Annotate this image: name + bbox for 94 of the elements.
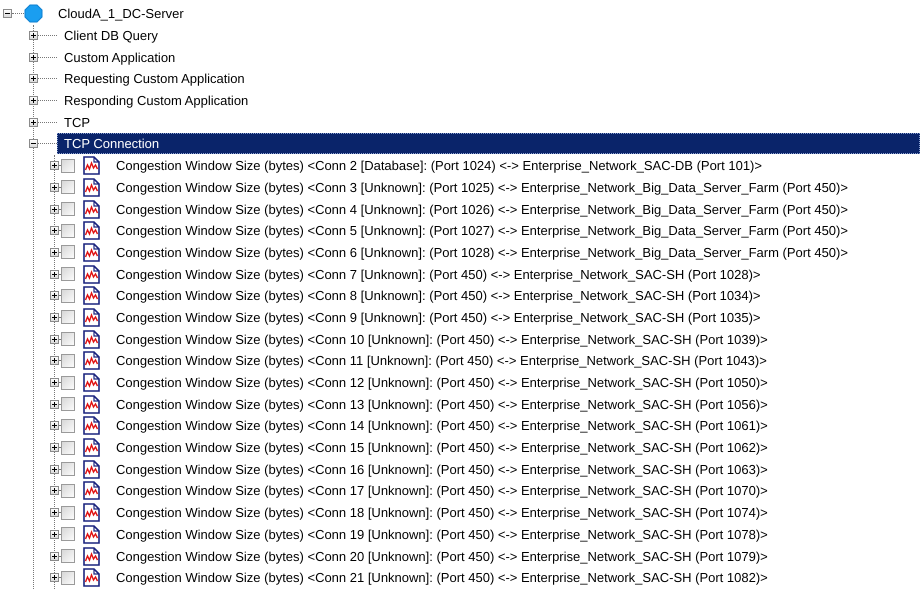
checkbox[interactable] — [61, 376, 75, 390]
line-chart-document-icon — [83, 460, 100, 479]
checkbox[interactable] — [61, 354, 75, 368]
line-chart-document-icon — [83, 394, 100, 414]
expand-toggle[interactable] — [50, 464, 59, 474]
expand-toggle[interactable] — [29, 96, 38, 106]
expand-toggle[interactable] — [50, 421, 59, 430]
line-chart-document-icon — [83, 373, 100, 392]
tree-item-label[interactable]: CloudA_1_DC-Server — [43, 3, 199, 24]
tree-item-label[interactable]: Congestion Window Size (bytes) <Conn 21 [Unknown]: (Port 450) <-> Enterprise_Network_SAC-SH (Port 1082)> — [115, 567, 769, 588]
line-chart-document-icon — [83, 351, 100, 370]
line-chart-document-icon — [83, 156, 100, 176]
expand-toggle[interactable] — [50, 552, 59, 561]
checkbox[interactable] — [61, 202, 75, 216]
expand-toggle[interactable] — [50, 486, 59, 496]
tree-item-label[interactable]: Requesting Custom Application — [57, 68, 252, 90]
tree-item-label[interactable]: TCP Connection — [57, 133, 920, 154]
tree-item-label[interactable]: Congestion Window Size (bytes) <Conn 2 [Database]: (Port 1024) <-> Enterprise_Network_SAC-DB (Port 101)> — [115, 155, 763, 176]
tree-item-label[interactable]: Congestion Window Size (bytes) <Conn 14 [Unknown]: (Port 450) <-> Enterprise_Network_SAC-SH (Port 1061)> — [115, 415, 769, 436]
checkbox[interactable] — [61, 462, 75, 476]
tree-item-label[interactable]: Congestion Window Size (bytes) <Conn 4 [Unknown]: (Port 1026) <-> Enterprise_Network_Big_Data_Server_Farm (Port 450)> — [115, 198, 849, 220]
checkbox[interactable] — [61, 506, 75, 520]
tree-item-label[interactable]: Congestion Window Size (bytes) <Conn 9 [Unknown]: (Port 450) <-> Enterprise_Network_SAC-SH (Port 1035)> — [115, 306, 762, 328]
line-chart-document-icon — [83, 178, 100, 197]
expand-toggle[interactable] — [50, 530, 59, 539]
line-chart-document-icon — [83, 416, 100, 436]
expand-toggle[interactable] — [29, 118, 38, 127]
expand-toggle[interactable] — [50, 356, 59, 366]
expand-toggle[interactable] — [50, 204, 59, 214]
tree-item-label[interactable]: Client DB Query — [57, 25, 165, 46]
collapse-toggle[interactable] — [29, 139, 38, 148]
expand-toggle[interactable] — [50, 378, 59, 388]
checkbox[interactable] — [61, 570, 75, 585]
expand-toggle[interactable] — [50, 270, 59, 279]
tree-item-label[interactable]: Congestion Window Size (bytes) <Conn 3 [Unknown]: (Port 1025) <-> Enterprise_Network_Big_Data_Server_Farm (Port 450)> — [115, 176, 849, 198]
tree-item-label[interactable]: Congestion Window Size (bytes) <Conn 17 [Unknown]: (Port 450) <-> Enterprise_Network_SAC-SH (Port 1070)> — [115, 480, 769, 502]
expand-toggle[interactable] — [50, 182, 59, 192]
checkbox[interactable] — [61, 180, 75, 194]
expand-toggle[interactable] — [50, 312, 59, 322]
checkbox[interactable] — [61, 310, 75, 324]
line-chart-document-icon — [83, 524, 100, 544]
checkbox[interactable] — [61, 418, 75, 433]
line-chart-document-icon — [83, 242, 100, 262]
line-chart-document-icon — [83, 568, 100, 588]
tree-item-label[interactable]: Congestion Window Size (bytes) <Conn 20 [Unknown]: (Port 450) <-> Enterprise_Network_SAC-SH (Port 1079)> — [115, 546, 769, 567]
tree-item-label[interactable]: Congestion Window Size (bytes) <Conn 11 [Unknown]: (Port 450) <-> Enterprise_Network_SAC-SH (Port 1043)> — [115, 350, 768, 372]
checkbox[interactable] — [61, 224, 75, 238]
line-chart-document-icon — [83, 481, 100, 500]
line-chart-document-icon — [83, 200, 100, 219]
tree-item-label[interactable]: Congestion Window Size (bytes) <Conn 6 [Unknown]: (Port 1028) <-> Enterprise_Network_Big_Data_Server_Farm (Port 450)> — [115, 242, 849, 263]
tree-item-label[interactable]: Congestion Window Size (bytes) <Conn 7 [Unknown]: (Port 450) <-> Enterprise_Network_SAC-SH (Port 1028)> — [115, 264, 762, 285]
tree-item-label[interactable]: Congestion Window Size (bytes) <Conn 12 [Unknown]: (Port 450) <-> Enterprise_Network_SAC-SH (Port 1050)> — [115, 372, 769, 394]
checkbox[interactable] — [61, 332, 75, 346]
line-chart-document-icon — [83, 503, 100, 522]
tree-item-label[interactable]: Congestion Window Size (bytes) <Conn 16 [Unknown]: (Port 450) <-> Enterprise_Network_SAC-SH (Port 1063)> — [115, 458, 769, 480]
checkbox[interactable] — [61, 158, 75, 173]
expand-toggle[interactable] — [50, 334, 59, 344]
tree-item-label[interactable]: TCP — [57, 112, 97, 133]
tree-item-label[interactable]: Congestion Window Size (bytes) <Conn 18 [Unknown]: (Port 450) <-> Enterprise_Network_SAC-SH (Port 1074)> — [115, 502, 769, 524]
tree-item-label[interactable]: Congestion Window Size (bytes) <Conn 10 [Unknown]: (Port 450) <-> Enterprise_Network_SAC-SH (Port 1039)> — [115, 328, 769, 350]
tree-item-label[interactable]: Custom Application — [57, 46, 182, 68]
expand-toggle[interactable] — [50, 443, 59, 452]
tree-item-label[interactable]: Congestion Window Size (bytes) <Conn 13 [Unknown]: (Port 450) <-> Enterprise_Network_SAC-SH (Port 1056)> — [115, 394, 769, 415]
expand-toggle[interactable] — [50, 161, 59, 170]
checkbox[interactable] — [61, 484, 75, 498]
expand-toggle[interactable] — [50, 226, 59, 236]
checkbox[interactable] — [61, 397, 75, 412]
line-chart-document-icon — [83, 438, 100, 458]
tree-item-label[interactable]: Congestion Window Size (bytes) <Conn 19 [Unknown]: (Port 450) <-> Enterprise_Network_SAC-SH (Port 1078)> — [115, 524, 769, 545]
expand-toggle[interactable] — [50, 291, 59, 300]
checkbox[interactable] — [61, 440, 75, 455]
expand-toggle[interactable] — [29, 31, 38, 40]
checkbox[interactable] — [61, 527, 75, 542]
tree-item-label[interactable]: Congestion Window Size (bytes) <Conn 5 [Unknown]: (Port 1027) <-> Enterprise_Network_Big_Data_Server_Farm (Port 450)> — [115, 220, 849, 242]
line-chart-document-icon — [83, 221, 100, 240]
checkbox[interactable] — [61, 245, 75, 260]
line-chart-document-icon — [83, 308, 100, 327]
checkbox[interactable] — [61, 288, 75, 303]
tree-item-label[interactable]: Congestion Window Size (bytes) <Conn 15 [Unknown]: (Port 450) <-> Enterprise_Network_SAC-SH (Port 1062)> — [115, 437, 769, 458]
line-chart-document-icon — [83, 546, 100, 566]
tree-item-label[interactable]: Responding Custom Application — [57, 90, 256, 112]
line-chart-document-icon — [83, 264, 100, 284]
collapse-toggle[interactable] — [3, 9, 12, 18]
expand-toggle[interactable] — [50, 508, 59, 518]
expand-toggle[interactable] — [50, 573, 59, 582]
expand-toggle[interactable] — [29, 52, 38, 62]
expand-toggle[interactable] — [50, 248, 59, 257]
checkbox[interactable] — [61, 549, 75, 564]
expand-toggle[interactable] — [29, 74, 38, 84]
expand-toggle[interactable] — [50, 400, 59, 409]
line-chart-document-icon — [83, 286, 100, 306]
checkbox[interactable] — [61, 267, 75, 282]
line-chart-document-icon — [83, 330, 100, 349]
tree-item-label[interactable]: Congestion Window Size (bytes) <Conn 8 [Unknown]: (Port 450) <-> Enterprise_Network_SAC-SH (Port 1034)> — [115, 285, 762, 306]
